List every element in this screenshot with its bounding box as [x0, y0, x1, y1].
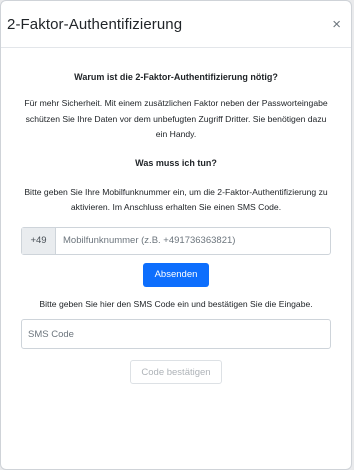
modal-header: 2-Faktor-Authentifizierung ×: [1, 1, 351, 48]
sms-instruction: Bitte geben Sie hier den SMS Code ein un…: [39, 298, 313, 309]
why-heading: Warum ist die 2-Faktor-Authentifizierung…: [74, 72, 278, 82]
confirm-code-button[interactable]: Code bestätigen: [130, 360, 222, 384]
country-code-prefix: +49: [22, 227, 56, 254]
close-icon[interactable]: ×: [332, 17, 341, 32]
modal-body: Warum ist die 2-Faktor-Authentifizierung…: [1, 72, 351, 384]
phone-number-input[interactable]: [56, 227, 330, 254]
two-factor-modal: 2-Faktor-Authentifizierung × Warum ist d…: [0, 0, 352, 470]
what-text: Bitte geben Sie Ihre Mobilfunknummer ein…: [24, 186, 328, 213]
phone-input-group: +49: [21, 226, 331, 255]
why-text: Für mehr Sicherheit. Mit einem zusätzlic…: [24, 98, 328, 139]
what-heading: Was muss ich tun?: [135, 157, 217, 168]
sms-code-input[interactable]: [22, 320, 330, 348]
send-button[interactable]: Absenden: [142, 262, 210, 287]
sms-code-group: [21, 319, 331, 349]
modal-title: 2-Faktor-Authentifizierung: [7, 15, 183, 33]
